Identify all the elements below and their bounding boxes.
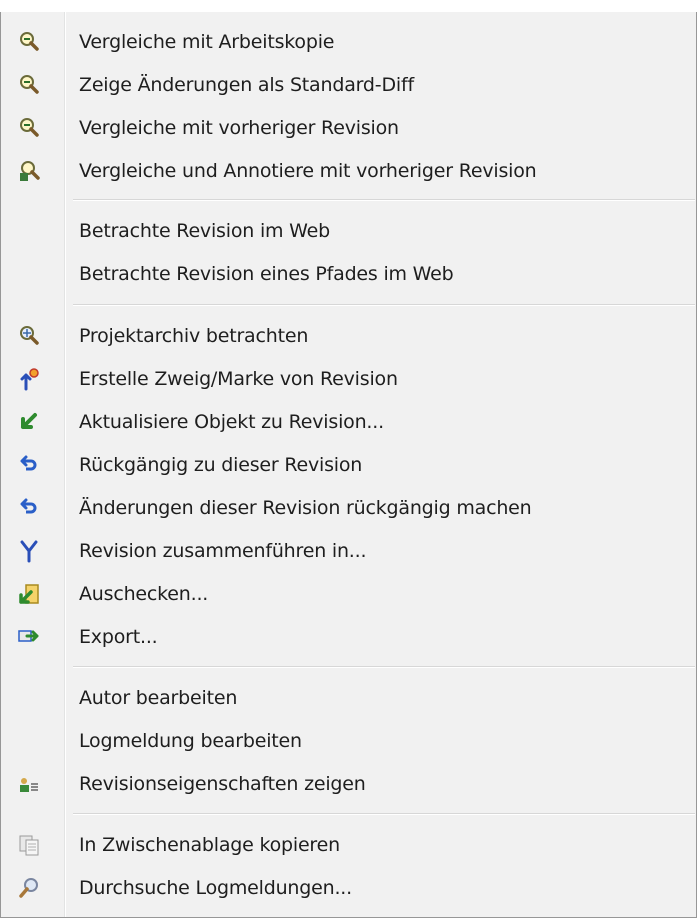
magnifier-diff-icon [17,30,41,54]
magnifier-diff-icon [17,73,41,97]
menu-item-revert-to-revision[interactable]: Rückgängig zu dieser Revision [3,443,695,486]
menu-item-create-branch-tag[interactable]: Erstelle Zweig/Marke von Revision [3,357,695,400]
magnifier-diff-icon [17,116,41,140]
menu-separator [73,304,695,306]
revert-icon [17,496,41,520]
revert-icon [17,453,41,477]
update-arrow-icon [17,410,41,434]
menu-item-view-revision-web[interactable]: Betrachte Revision im Web [3,209,695,252]
checkout-icon [17,582,41,606]
menu-separator [73,813,695,815]
context-menu: Vergleiche mit Arbeitskopie Zeige Änderu… [0,12,697,918]
menu-item-browse-repository[interactable]: Projektarchiv betrachten [3,314,695,357]
menu-item-label: Betrachte Revision eines Pfades im Web [79,262,454,285]
menu-item-label: Revision zusammenführen in... [79,539,367,562]
menu-item-label: Rückgängig zu dieser Revision [79,453,363,476]
menu-item-label: Projektarchiv betrachten [79,324,309,347]
menu-item-edit-log-message[interactable]: Logmeldung bearbeiten [3,719,695,762]
menu-item-update-to-revision[interactable]: Aktualisiere Objekt zu Revision... [3,400,695,443]
menu-separator [73,666,695,668]
menu-item-compare-annotate-previous[interactable]: Vergleiche und Annotiere mit vorheriger … [3,149,695,192]
menu-item-show-standard-diff[interactable]: Zeige Änderungen als Standard-Diff [3,63,695,106]
properties-icon [17,772,41,796]
menu-item-label: Vergleiche mit Arbeitskopie [79,30,335,53]
clipboard-icon [17,833,41,857]
menu-item-label: Änderungen dieser Revision rückgängig ma… [79,496,532,519]
menu-item-label: Auschecken... [79,582,209,605]
menu-item-label: Vergleiche mit vorheriger Revision [79,116,399,139]
menu-item-label: Zeige Änderungen als Standard-Diff [79,73,414,96]
menu-item-edit-author[interactable]: Autor bearbeiten [3,676,695,719]
menu-item-merge-revision[interactable]: Revision zusammenführen in... [3,529,695,572]
merge-icon [17,539,41,563]
menu-item-label: Logmeldung bearbeiten [79,729,302,752]
menu-item-label: In Zwischenablage kopieren [79,833,340,856]
menu-item-label: Erstelle Zweig/Marke von Revision [79,367,398,390]
menu-item-checkout[interactable]: Auschecken... [3,572,695,615]
menu-item-revert-changes[interactable]: Änderungen dieser Revision rückgängig ma… [3,486,695,529]
export-icon [17,625,41,649]
menu-item-show-revision-properties[interactable]: Revisionseigenschaften zeigen [3,762,695,805]
menu-item-compare-previous[interactable]: Vergleiche mit vorheriger Revision [3,106,695,149]
search-icon [17,876,41,900]
menu-item-view-path-revision-web[interactable]: Betrachte Revision eines Pfades im Web [3,252,695,295]
menu-item-compare-working-copy[interactable]: Vergleiche mit Arbeitskopie [3,20,695,63]
menu-item-label: Durchsuche Logmeldungen... [79,876,352,899]
menu-item-label: Betrachte Revision im Web [79,219,330,242]
menu-item-label: Vergleiche und Annotiere mit vorheriger … [79,159,537,182]
menu-item-copy-to-clipboard[interactable]: In Zwischenablage kopieren [3,823,695,866]
menu-item-search-log-messages[interactable]: Durchsuche Logmeldungen... [3,866,695,909]
magnifier-annotate-icon [17,159,41,183]
menu-item-label: Revisionseigenschaften zeigen [79,772,366,795]
menu-item-label: Export... [79,625,158,648]
branch-tag-icon [17,367,41,391]
repo-browser-icon [17,324,41,348]
menu-separator [73,199,695,201]
menu-item-label: Aktualisiere Objekt zu Revision... [79,410,384,433]
menu-item-label: Autor bearbeiten [79,686,238,709]
menu-item-export[interactable]: Export... [3,615,695,658]
